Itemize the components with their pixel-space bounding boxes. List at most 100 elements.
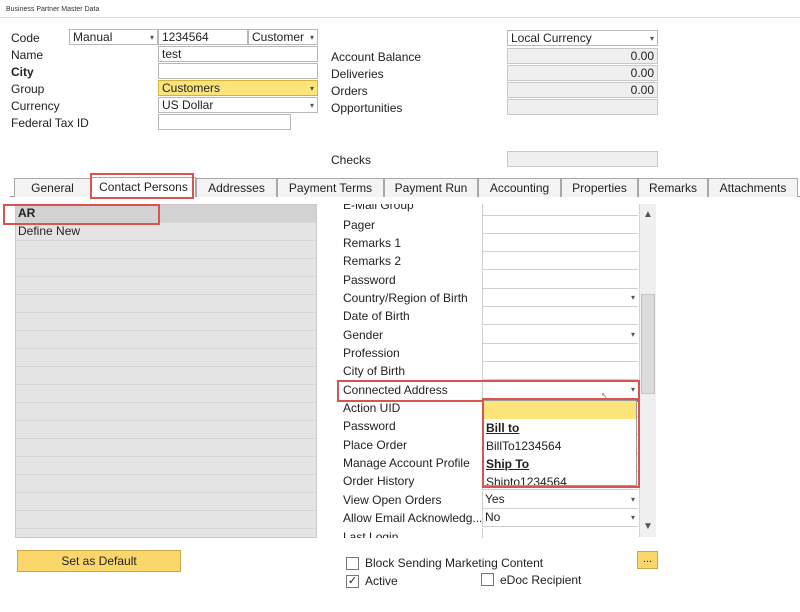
- scroll-down-icon[interactable]: ▼: [643, 521, 653, 532]
- list-item[interactable]: [16, 367, 316, 385]
- field-label: Connected Address: [343, 383, 448, 397]
- field-label: Remarks 1: [343, 236, 402, 250]
- city-input[interactable]: [158, 63, 318, 79]
- code-label: Code: [11, 31, 40, 45]
- dropdown-item-billto[interactable]: BillTo1234564: [484, 437, 636, 455]
- active-checkbox[interactable]: ✓: [346, 575, 359, 588]
- checks-value[interactable]: [507, 151, 658, 167]
- chevron-down-icon: ▾: [630, 330, 635, 339]
- contact-item-ar[interactable]: AR: [16, 205, 316, 223]
- tab-payment-terms[interactable]: Payment Terms: [277, 178, 384, 197]
- deliveries-value[interactable]: 0.00: [507, 65, 658, 81]
- list-item[interactable]: [16, 511, 316, 529]
- fields-scrollbar[interactable]: ▲ ▼: [639, 204, 656, 537]
- list-item[interactable]: [16, 385, 316, 403]
- dropdown-item-shipto[interactable]: Shipto1234564: [484, 473, 636, 485]
- field-label: Country/Region of Birth: [343, 291, 468, 305]
- more-button[interactable]: ...: [637, 551, 658, 569]
- list-item[interactable]: [16, 439, 316, 457]
- deliveries-label: Deliveries: [331, 67, 384, 81]
- connected-address-select[interactable]: ▾: [482, 381, 638, 399]
- tax-id-label: Federal Tax ID: [11, 116, 89, 130]
- field-value[interactable]: [482, 234, 638, 252]
- city-label: City: [11, 65, 34, 79]
- list-item[interactable]: [16, 259, 316, 277]
- group-value: Customers: [162, 81, 221, 95]
- field-label: Place Order: [343, 438, 408, 452]
- code-series-value: Manual: [73, 30, 113, 44]
- bp-type-select[interactable]: Customer ▾: [248, 29, 318, 45]
- list-item[interactable]: [16, 241, 316, 259]
- connected-address-dropdown[interactable]: Bill to BillTo1234564 Ship To Shipto1234…: [483, 400, 637, 486]
- tab-properties[interactable]: Properties: [561, 178, 638, 197]
- tab-attachments[interactable]: Attachments: [708, 178, 798, 197]
- field-label: Password: [343, 419, 396, 433]
- scroll-up-icon[interactable]: ▲: [643, 209, 653, 220]
- field-label: Pager: [343, 218, 376, 232]
- field-label: Date of Birth: [343, 309, 410, 323]
- field-value[interactable]: ▾: [482, 326, 638, 344]
- field-label: Order History: [343, 474, 415, 488]
- field-value[interactable]: Yes ▾: [482, 491, 638, 509]
- list-item[interactable]: [16, 313, 316, 331]
- field-value[interactable]: [482, 252, 638, 270]
- name-input[interactable]: test: [158, 46, 318, 62]
- field-value[interactable]: [482, 216, 638, 234]
- set-as-default-button[interactable]: Set as Default: [17, 550, 181, 572]
- check-icon: ✓: [347, 575, 358, 587]
- local-currency-select[interactable]: Local Currency ▾: [507, 30, 658, 46]
- field-value[interactable]: [482, 344, 638, 362]
- mouse-cursor-icon: ↖: [601, 391, 608, 400]
- chevron-down-icon: ▾: [630, 385, 635, 394]
- orders-value[interactable]: 0.00: [507, 82, 658, 98]
- contact-list[interactable]: AR Define New: [15, 204, 317, 538]
- list-item[interactable]: [16, 421, 316, 439]
- field-value[interactable]: ▾: [482, 289, 638, 307]
- tax-id-input[interactable]: [158, 114, 291, 130]
- field-value[interactable]: [482, 528, 638, 538]
- contact-item-define-new[interactable]: Define New: [16, 223, 316, 241]
- block-marketing-checkbox[interactable]: [346, 557, 359, 570]
- list-item[interactable]: [16, 331, 316, 349]
- chevron-down-icon: ▾: [309, 101, 314, 110]
- chevron-down-icon: ▾: [309, 33, 314, 42]
- chevron-down-icon: ▾: [309, 84, 314, 93]
- edoc-checkbox[interactable]: [481, 573, 494, 586]
- tab-addresses[interactable]: Addresses: [196, 178, 277, 197]
- currency-value: US Dollar: [162, 98, 214, 112]
- opportunities-value[interactable]: [507, 99, 658, 115]
- code-series-select[interactable]: Manual ▾: [69, 29, 158, 45]
- field-value[interactable]: [482, 204, 638, 216]
- group-select[interactable]: Customers ▾: [158, 80, 318, 96]
- field-label: Manage Account Profile: [343, 456, 470, 470]
- field-value[interactable]: [482, 307, 638, 325]
- tab-accounting[interactable]: Accounting: [478, 178, 561, 197]
- chevron-down-icon: ▾: [630, 293, 635, 302]
- list-item[interactable]: [16, 295, 316, 313]
- list-item[interactable]: [16, 277, 316, 295]
- tab-remarks[interactable]: Remarks: [638, 178, 708, 197]
- list-item[interactable]: [16, 457, 316, 475]
- field-value[interactable]: [482, 271, 638, 289]
- chevron-down-icon: ▾: [149, 33, 154, 42]
- dropdown-header-ship-to: Ship To: [486, 457, 530, 471]
- scroll-thumb[interactable]: [641, 294, 655, 394]
- list-item[interactable]: [16, 475, 316, 493]
- field-value[interactable]: No ▾: [482, 509, 638, 527]
- currency-select[interactable]: US Dollar ▾: [158, 97, 318, 113]
- window-title: Business Partner Master Data: [0, 0, 800, 18]
- dropdown-item-empty[interactable]: [484, 401, 636, 419]
- tab-contact-persons[interactable]: Contact Persons: [91, 177, 196, 197]
- opportunities-label: Opportunities: [331, 101, 403, 115]
- field-label: Action UID: [343, 401, 401, 415]
- list-item[interactable]: [16, 493, 316, 511]
- tab-payment-run[interactable]: Payment Run: [384, 178, 478, 197]
- list-item[interactable]: [16, 349, 316, 367]
- field-label: Password: [343, 273, 396, 287]
- code-input[interactable]: 1234564: [158, 29, 248, 45]
- field-label: View Open Orders: [343, 493, 442, 507]
- account-balance-value[interactable]: 0.00: [507, 48, 658, 64]
- tab-general[interactable]: General: [14, 178, 91, 197]
- field-value[interactable]: [482, 362, 638, 380]
- list-item[interactable]: [16, 403, 316, 421]
